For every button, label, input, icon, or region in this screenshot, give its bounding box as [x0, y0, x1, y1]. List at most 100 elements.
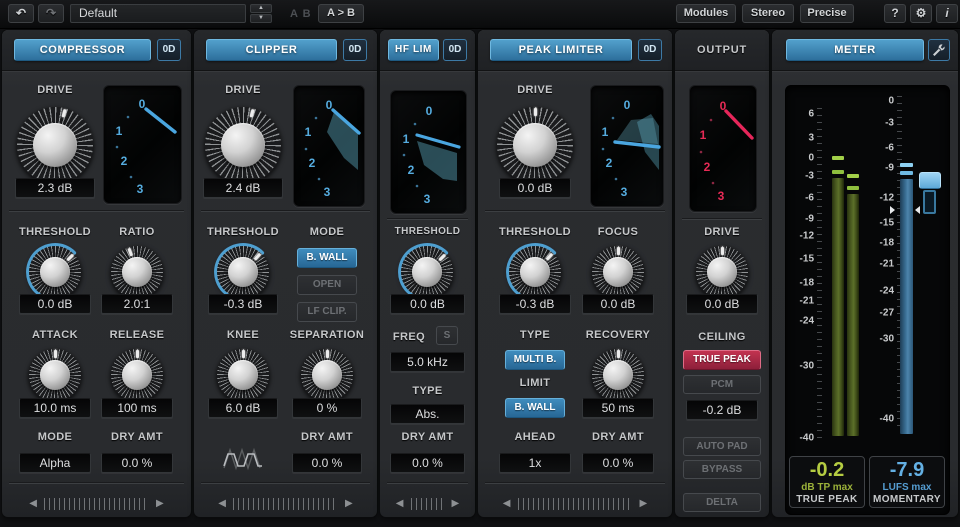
- scroll-left-icon[interactable]: ◀: [503, 498, 511, 510]
- output-autopad-button[interactable]: AUTO PAD: [683, 437, 761, 456]
- compressor-release-knob[interactable]: [110, 348, 164, 402]
- compressor-title-button[interactable]: COMPRESSOR: [14, 39, 151, 61]
- peak-limiter-focus-value[interactable]: 0.0 dB: [582, 294, 654, 314]
- gear-icon[interactable]: ⚙: [910, 4, 932, 23]
- help-icon[interactable]: ?: [884, 4, 906, 23]
- preset-up-icon[interactable]: ▲: [250, 4, 272, 13]
- clipper-separation-knob[interactable]: [300, 348, 354, 402]
- clipper-knee-value[interactable]: 6.0 dB: [208, 398, 278, 418]
- output-ceiling-truepeak-button[interactable]: TRUE PEAK: [683, 350, 761, 370]
- peak-limiter-recovery-value[interactable]: 50 ms: [582, 398, 654, 418]
- clipper-scroll-strip[interactable]: ◀ ▶: [194, 498, 377, 510]
- hf-lim-freq-solo-button[interactable]: S: [436, 326, 458, 345]
- meter-scale-label: -40: [800, 433, 814, 444]
- meter-scale-label: -9: [805, 214, 814, 225]
- compressor-scroll-strip[interactable]: ◀ ▶: [2, 498, 191, 510]
- peak-limiter-ahead-value[interactable]: 1x: [499, 453, 571, 473]
- compressor-attack-value[interactable]: 10.0 ms: [19, 398, 91, 418]
- hf-lim-freq-value[interactable]: 5.0 kHz: [390, 352, 465, 372]
- peak-limiter-threshold-value[interactable]: -0.3 dB: [499, 294, 571, 314]
- hf-lim-type-value[interactable]: Abs.: [390, 404, 465, 424]
- scroll-right-icon[interactable]: ▶: [345, 498, 353, 510]
- scroll-left-icon[interactable]: ◀: [29, 498, 37, 510]
- hf-lim-threshold-value[interactable]: 0.0 dB: [390, 294, 465, 314]
- output-delta-button[interactable]: DELTA: [683, 493, 761, 512]
- clipper-mode-lfclip-button[interactable]: LF CLIP.: [297, 302, 357, 322]
- output-drive-value[interactable]: 0.0 dB: [686, 294, 758, 314]
- peak-hold-segment: [847, 186, 859, 190]
- vu-tick-2: 2: [408, 163, 415, 177]
- meter-scale-label: 3: [808, 133, 814, 144]
- hf-lim-delta-button[interactable]: 0D: [443, 39, 467, 61]
- peak-limiter-recovery-knob[interactable]: [591, 348, 645, 402]
- scroll-left-icon[interactable]: ◀: [396, 498, 404, 510]
- undo-icon[interactable]: ↶: [8, 4, 34, 23]
- compressor-threshold-value[interactable]: 0.0 dB: [19, 294, 91, 314]
- hf-lim-threshold-knob[interactable]: [400, 245, 454, 299]
- peak-limiter-dry-value[interactable]: 0.0 %: [582, 453, 654, 473]
- scroll-left-icon[interactable]: ◀: [218, 498, 226, 510]
- clipper-drive-knob[interactable]: [204, 106, 282, 184]
- vu-history-wedge-2: [617, 118, 658, 144]
- stereo-button[interactable]: Stereo: [742, 4, 794, 23]
- peak-limiter-title-button[interactable]: PEAK LIMITER: [490, 39, 632, 61]
- meter-scale-label: -18: [880, 238, 894, 249]
- true-peak-readout[interactable]: -0.2 dB TP max TRUE PEAK: [789, 456, 865, 508]
- a-to-b-copy-button[interactable]: A > B: [318, 4, 364, 23]
- threshold-marker-right-icon[interactable]: [915, 206, 920, 214]
- compressor-ratio-knob[interactable]: [110, 245, 164, 299]
- scroll-right-icon[interactable]: ▶: [640, 498, 648, 510]
- compressor-drive-knob[interactable]: [16, 106, 94, 184]
- clipper-mode-open-button[interactable]: OPEN: [297, 275, 357, 295]
- vu-tick-1: 1: [305, 125, 312, 139]
- loudness-readout[interactable]: -7.9 LUFS max MOMENTARY: [869, 456, 945, 508]
- compressor-dry-value[interactable]: 0.0 %: [101, 453, 173, 473]
- output-ceiling-pcm-button[interactable]: PCM: [683, 375, 761, 394]
- hf-lim-title-button[interactable]: HF LIM: [388, 39, 439, 61]
- compressor-ratio-value[interactable]: 2.0:1: [101, 294, 173, 314]
- scroll-right-icon[interactable]: ▶: [452, 498, 460, 510]
- clipper-threshold-value[interactable]: -0.3 dB: [208, 294, 278, 314]
- clipper-threshold-knob[interactable]: [216, 245, 270, 299]
- modules-button[interactable]: Modules: [676, 4, 736, 23]
- clipper-delta-button[interactable]: 0D: [343, 39, 367, 61]
- output-gain-fader-handle[interactable]: [919, 172, 941, 189]
- info-icon[interactable]: i: [936, 4, 958, 23]
- meter-title-button[interactable]: METER: [786, 39, 924, 61]
- compressor-attack-knob[interactable]: [28, 348, 82, 402]
- peak-limiter-focus-knob[interactable]: [591, 245, 645, 299]
- redo-icon[interactable]: ↷: [38, 4, 64, 23]
- output-bypass-button[interactable]: BYPASS: [683, 460, 761, 479]
- scroll-right-icon[interactable]: ▶: [156, 498, 164, 510]
- output-ceiling-value[interactable]: -0.2 dB: [686, 400, 758, 420]
- clipper-dry-value[interactable]: 0.0 %: [292, 453, 362, 473]
- peak-limiter-drive-knob[interactable]: [496, 106, 574, 184]
- clipper-title-button[interactable]: CLIPPER: [206, 39, 337, 61]
- clipper-drive-value[interactable]: 2.4 dB: [203, 178, 283, 198]
- compressor-release-value[interactable]: 100 ms: [101, 398, 173, 418]
- preset-down-icon[interactable]: ▼: [250, 14, 272, 23]
- peak-limiter-limit-bwall-button[interactable]: B. WALL: [505, 398, 565, 418]
- compressor-threshold-knob[interactable]: [28, 245, 82, 299]
- loudness-caption: MOMENTARY: [870, 493, 944, 507]
- output-drive-knob[interactable]: [695, 245, 749, 299]
- peak-limiter-delta-button[interactable]: 0D: [638, 39, 662, 61]
- vu-tick-1: 1: [700, 128, 707, 142]
- compressor-mode-value[interactable]: Alpha: [19, 453, 91, 473]
- clipper-separation-value[interactable]: 0 %: [292, 398, 362, 418]
- peak-limiter-scroll-strip[interactable]: ◀ ▶: [478, 498, 672, 510]
- peak-limiter-threshold-knob[interactable]: [508, 245, 562, 299]
- compressor-delta-button[interactable]: 0D: [157, 39, 181, 61]
- peak-limiter-type-multiband-button[interactable]: MULTI B.: [505, 350, 565, 370]
- precise-button[interactable]: Precise: [800, 4, 854, 23]
- threshold-marker-left-icon[interactable]: [890, 206, 895, 214]
- hf-lim-dry-value[interactable]: 0.0 %: [390, 453, 465, 473]
- compressor-drive-value[interactable]: 2.3 dB: [15, 178, 95, 198]
- clipper-mode-bwall-button[interactable]: B. WALL: [297, 248, 357, 268]
- clipper-knee-knob[interactable]: [216, 348, 270, 402]
- peak-limiter-drive-value[interactable]: 0.0 dB: [499, 178, 571, 198]
- hf-lim-scroll-strip[interactable]: ◀ ▶: [380, 498, 475, 510]
- peak-hold-segment: [847, 174, 859, 178]
- wrench-icon[interactable]: [928, 39, 950, 61]
- preset-selector[interactable]: Default: [70, 4, 246, 23]
